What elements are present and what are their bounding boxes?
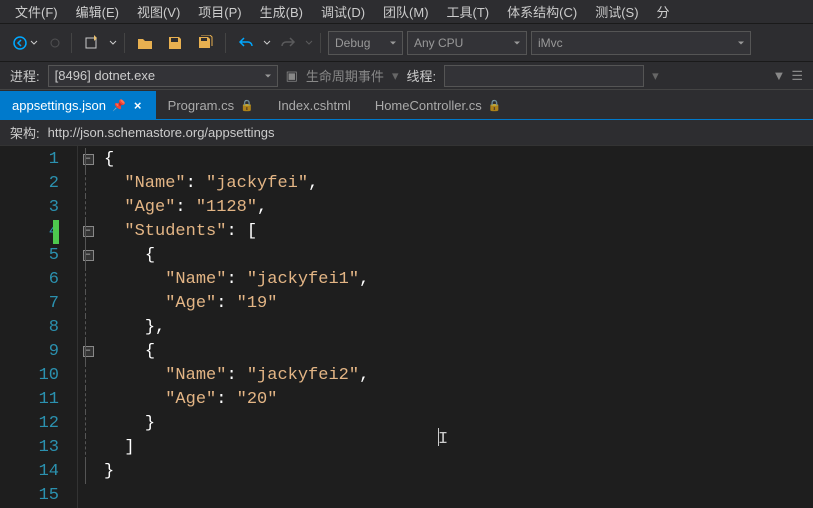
redo-icon[interactable] bbox=[275, 31, 301, 55]
close-icon[interactable]: × bbox=[132, 99, 144, 111]
stack-icon[interactable]: ☰ bbox=[791, 68, 803, 84]
tab-label: appsettings.json bbox=[12, 98, 106, 113]
fold-toggle[interactable]: − bbox=[83, 250, 94, 261]
menu-more[interactable]: 分 bbox=[648, 2, 679, 21]
line-gutter: 1 2 3 4 5 6 7 8 9 10 11 12 13 14 15 bbox=[0, 146, 78, 508]
config-dropdown[interactable]: Debug bbox=[328, 31, 403, 55]
schema-bar: 架构: http://json.schemastore.org/appsetti… bbox=[0, 120, 813, 146]
dropdown-arrow-icon[interactable] bbox=[263, 39, 271, 47]
toolbar: Debug Any CPU iMvc bbox=[0, 24, 813, 62]
schema-url[interactable]: http://json.schemastore.org/appsettings bbox=[48, 125, 275, 140]
tab-program[interactable]: Program.cs 🔒 bbox=[156, 91, 266, 119]
text-cursor: I bbox=[438, 428, 439, 446]
filter-icon[interactable]: ▼ bbox=[772, 68, 785, 84]
menu-bar: 文件(F) 编辑(E) 视图(V) 项目(P) 生成(B) 调试(D) 团队(M… bbox=[0, 0, 813, 24]
code-content[interactable]: { "Name": "jackyfei", "Age": "1128", "St… bbox=[98, 146, 813, 508]
tab-appsettings[interactable]: appsettings.json 📌 × bbox=[0, 91, 156, 119]
tab-label: Index.cshtml bbox=[278, 98, 351, 113]
project-dropdown[interactable]: iMvc bbox=[531, 31, 751, 55]
save-all-icon[interactable] bbox=[192, 31, 218, 55]
fold-toggle[interactable]: − bbox=[83, 346, 94, 357]
lock-icon: 🔒 bbox=[488, 99, 502, 112]
menu-debug[interactable]: 调试(D) bbox=[312, 2, 374, 21]
thread-input[interactable] bbox=[444, 65, 644, 87]
tab-label: HomeController.cs bbox=[375, 98, 482, 113]
nav-forward-button[interactable] bbox=[46, 38, 64, 48]
process-label: 进程: bbox=[10, 66, 40, 85]
fold-toggle[interactable]: − bbox=[83, 226, 94, 237]
schema-label: 架构: bbox=[10, 123, 40, 142]
pin-icon[interactable]: 📌 bbox=[112, 99, 126, 112]
nav-back-button[interactable] bbox=[8, 35, 42, 51]
menu-architecture[interactable]: 体系结构(C) bbox=[498, 2, 586, 21]
new-item-icon[interactable] bbox=[79, 31, 105, 55]
platform-dropdown[interactable]: Any CPU bbox=[407, 31, 527, 55]
process-select[interactable]: [8496] dotnet.exe bbox=[48, 65, 278, 87]
menu-file[interactable]: 文件(F) bbox=[6, 2, 67, 21]
menu-view[interactable]: 视图(V) bbox=[128, 2, 189, 21]
tab-index[interactable]: Index.cshtml bbox=[266, 91, 363, 119]
menu-build[interactable]: 生成(B) bbox=[251, 2, 312, 21]
menu-test[interactable]: 测试(S) bbox=[586, 2, 647, 21]
menu-project[interactable]: 项目(P) bbox=[189, 2, 250, 21]
change-marker bbox=[53, 220, 59, 244]
tab-label: Program.cs bbox=[168, 98, 234, 113]
undo-icon[interactable] bbox=[233, 31, 259, 55]
editor-tabs: appsettings.json 📌 × Program.cs 🔒 Index.… bbox=[0, 90, 813, 120]
save-icon[interactable] bbox=[162, 31, 188, 55]
thread-label: 线程: bbox=[406, 66, 436, 85]
dropdown-arrow-icon[interactable] bbox=[109, 39, 117, 47]
lifecycle-label: 生命周期事件 bbox=[306, 66, 384, 85]
dropdown-arrow-icon[interactable] bbox=[305, 39, 313, 47]
menu-edit[interactable]: 编辑(E) bbox=[67, 2, 128, 21]
debug-process-bar: 进程: [8496] dotnet.exe ▣ 生命周期事件 ▾ 线程: ▾ ▼… bbox=[0, 62, 813, 90]
fold-toggle[interactable]: − bbox=[83, 154, 94, 165]
fold-column: − − − − bbox=[78, 146, 98, 508]
tab-homecontroller[interactable]: HomeController.cs 🔒 bbox=[363, 91, 514, 119]
menu-tools[interactable]: 工具(T) bbox=[438, 2, 499, 21]
lock-icon: 🔒 bbox=[240, 99, 254, 112]
menu-team[interactable]: 团队(M) bbox=[374, 2, 438, 21]
lifecycle-icon[interactable]: ▣ bbox=[286, 68, 298, 84]
code-editor[interactable]: 1 2 3 4 5 6 7 8 9 10 11 12 13 14 15 − − … bbox=[0, 146, 813, 508]
open-folder-icon[interactable] bbox=[132, 31, 158, 55]
